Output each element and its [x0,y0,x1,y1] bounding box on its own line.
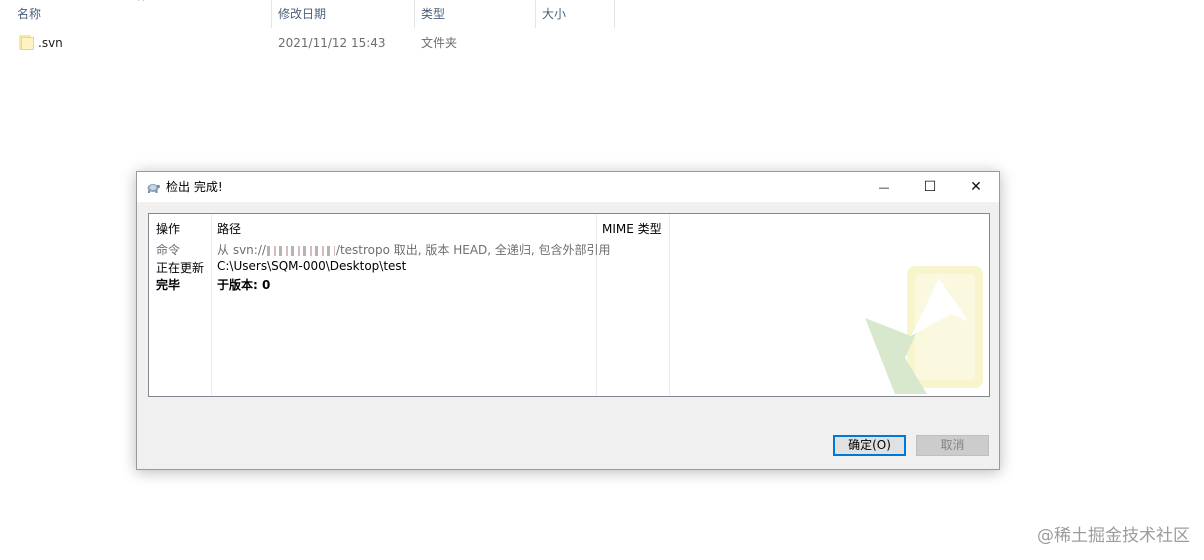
minimize-button[interactable]: — [861,172,907,202]
close-button[interactable]: ✕ [953,172,999,202]
log-header-path[interactable]: 路径 [217,220,241,237]
column-divider[interactable] [614,0,615,28]
tortoisesvn-icon [147,184,160,193]
maximize-button[interactable]: ☐ [907,172,953,202]
column-header-type[interactable]: 类型 [417,0,535,28]
tortoisesvn-watermark-icon [865,266,983,394]
log-row-path-prefix: 从 svn:// [217,243,266,257]
folder-icon [19,35,35,50]
file-type: 文件夹 [421,36,458,50]
column-header-modified[interactable]: 修改日期 [274,0,414,28]
site-watermark: @稀土掘金技术社区 [1037,526,1190,546]
file-list-header: 名称 ^ 修改日期 类型 大小 [0,0,1204,28]
log-header-mime[interactable]: MIME 类型 [602,220,662,237]
column-divider[interactable] [271,0,272,28]
log-row-path-suffix: /testropo 取出, 版本 HEAD, 全递归, 包含外部引用 [335,243,611,257]
file-modified: 2021/11/12 15:43 [278,36,386,50]
log-row-action: 正在更新 [156,261,205,275]
checkout-dialog: 检出 完成! — ☐ ✕ 操作 路径 MIME 类型 命令 从 svn:// /t… [136,171,1000,470]
column-divider [211,214,212,396]
dialog-title: 检出 完成! [166,180,223,194]
file-row[interactable]: .svn 2021/11/12 15:43 文件夹 [0,32,1204,54]
minimize-icon: — [878,180,890,194]
column-divider [669,214,670,396]
log-row-path: 从 svn:// /testropo 取出, 版本 HEAD, 全递归, 包含外部… [217,241,611,258]
dialog-titlebar[interactable]: 检出 完成! — ☐ ✕ [137,172,999,202]
column-divider[interactable] [535,0,536,28]
column-header-size[interactable]: 大小 [538,0,614,28]
cancel-button[interactable]: 取消 [916,435,989,456]
checkout-log-list[interactable]: 操作 路径 MIME 类型 命令 从 svn:// /testropo 取出, 版… [148,213,990,397]
log-row-action: 完毕 [156,278,181,292]
log-row-path: C:\Users\SQM-000\Desktop\test [217,259,407,273]
column-divider[interactable] [414,0,415,28]
log-row-path: 于版本: 0 [217,278,271,292]
log-header-action[interactable]: 操作 [156,220,180,237]
close-icon: ✕ [970,179,982,195]
redacted-host [266,245,335,256]
sort-ascending-icon: ^ [137,0,146,8]
maximize-icon: ☐ [923,179,937,195]
ok-button[interactable]: 确定(O) [833,435,906,456]
log-row-action: 命令 [156,243,181,257]
file-name[interactable]: .svn [38,32,63,54]
